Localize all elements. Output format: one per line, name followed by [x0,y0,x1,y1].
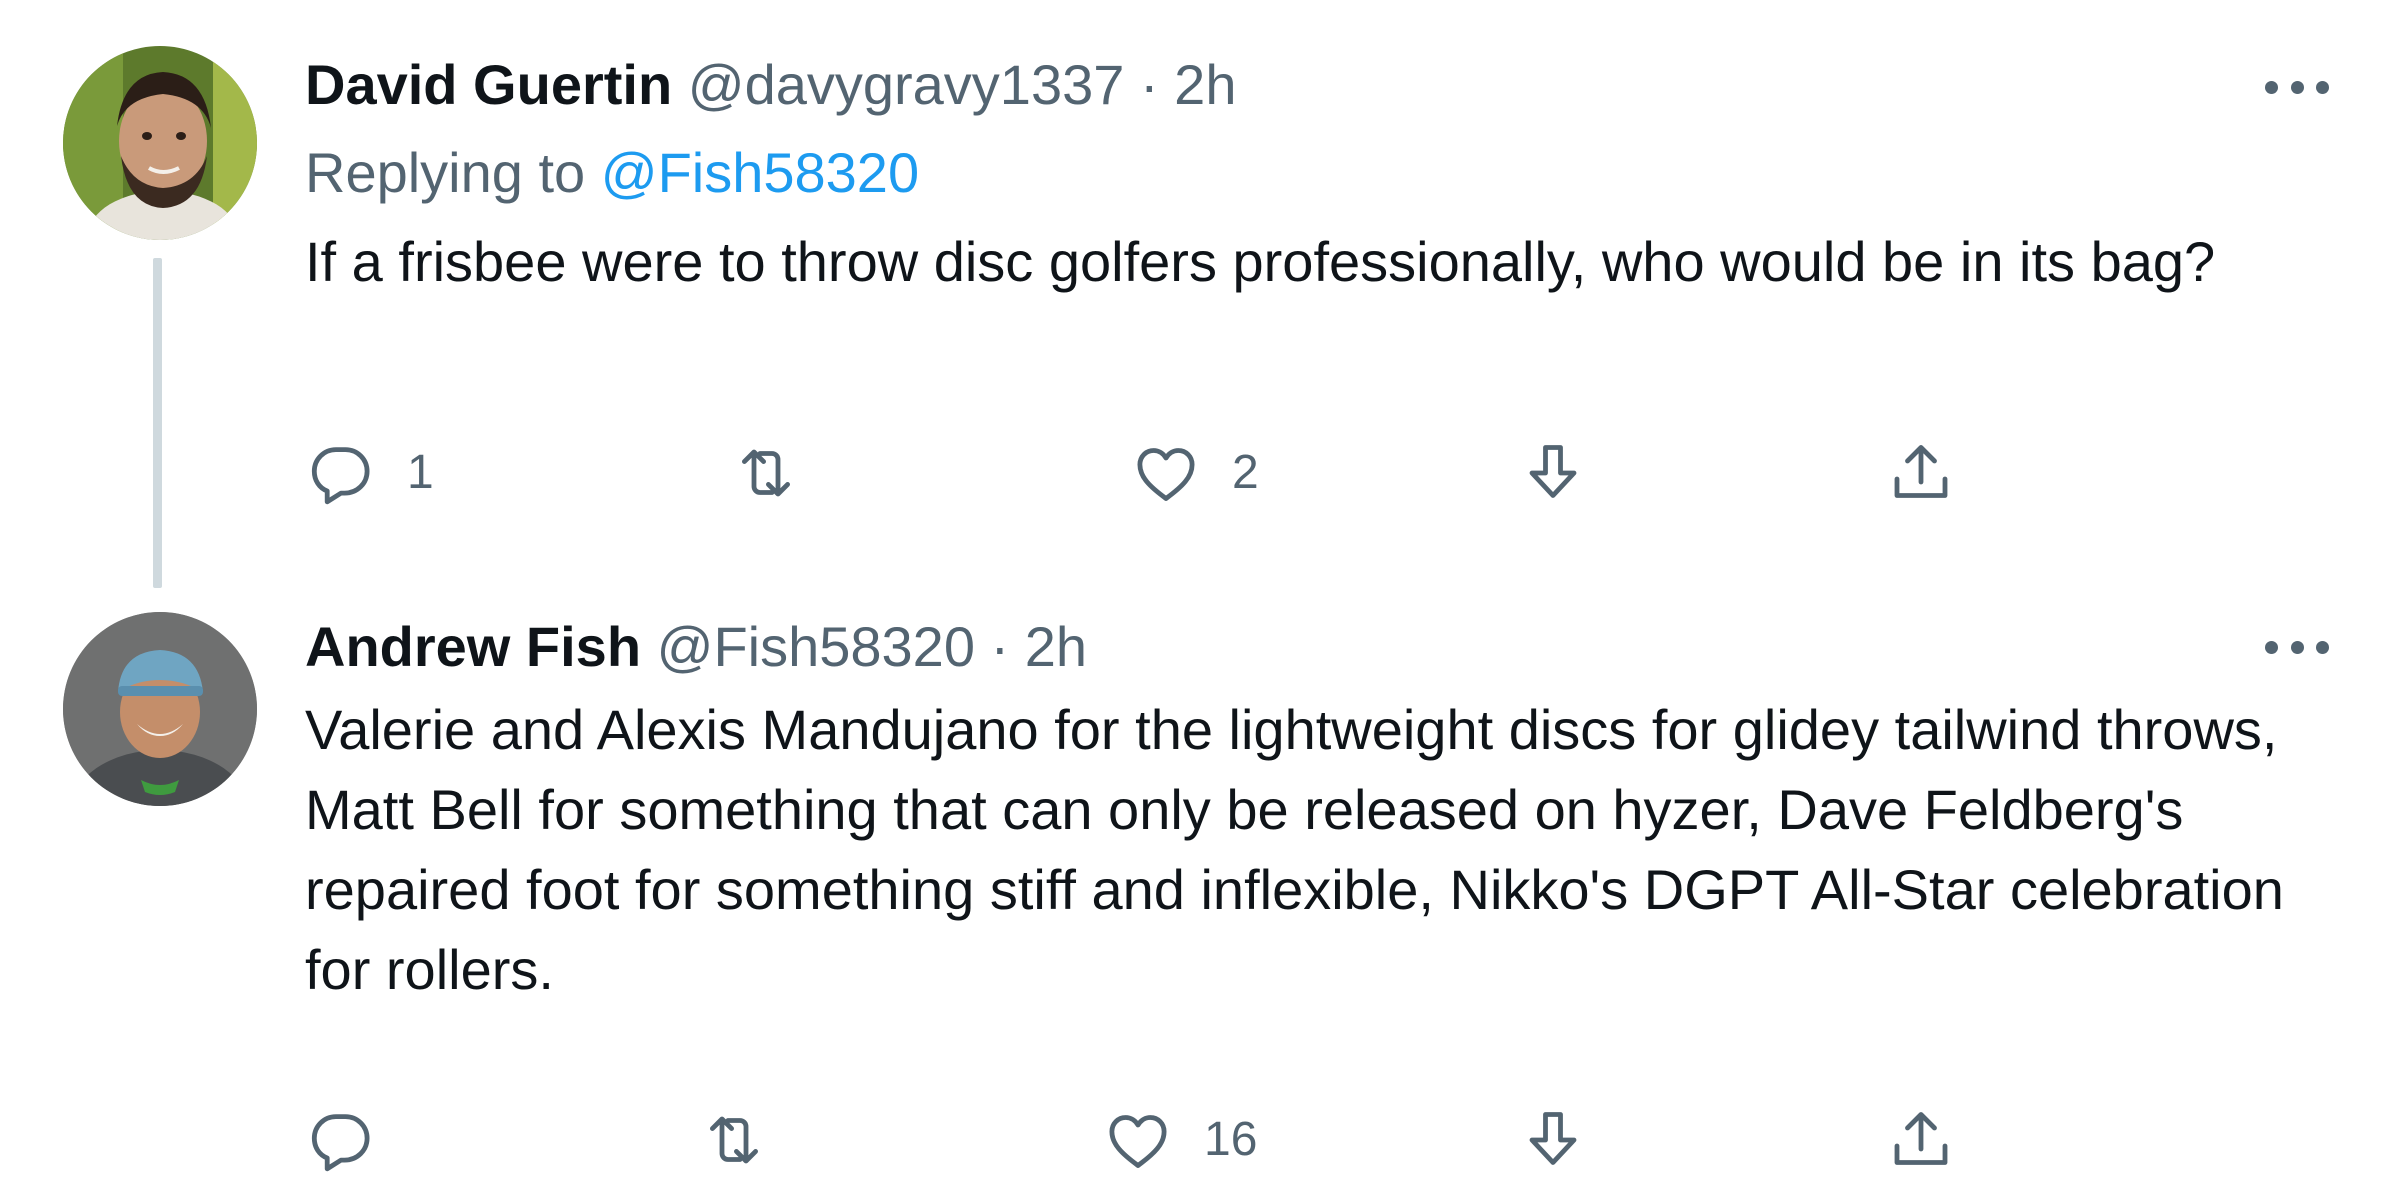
avatar-andrew-fish-image [63,612,257,806]
thread-connector-line [153,258,162,588]
more-options-icon[interactable] [2265,77,2329,97]
tweet-header: Andrew Fish @Fish58320 · 2h [305,614,1087,680]
retweet-icon [742,449,790,497]
heart-icon [1137,448,1195,501]
tweet-actions: 1 2 [305,433,2065,513]
separator-dot: · [990,615,1010,678]
timestamp[interactable]: 2h [1025,615,1087,678]
share-button[interactable] [1885,1100,1957,1180]
author-handle[interactable]: @Fish58320 [657,615,975,678]
timestamp[interactable]: 2h [1174,53,1236,116]
reply-button[interactable] [305,1100,407,1180]
bookmark-download-icon [1529,445,1577,498]
more-options-icon[interactable] [2265,637,2329,657]
tweet-andrew-fish[interactable]: Andrew Fish @Fish58320 · 2h Valerie and … [0,600,2389,1187]
author-handle[interactable]: @davygravy1337 [688,53,1125,116]
retweet-icon [710,1116,758,1164]
replying-prefix: Replying to [305,141,586,204]
separator-dot: · [1139,53,1159,116]
avatar[interactable] [63,46,257,240]
retweet-button[interactable] [730,433,832,513]
tweet-david-guertin[interactable]: David Guertin @davygravy1337 · 2h Replyi… [0,0,2389,600]
share-icon [1894,445,1948,498]
replying-mention-link[interactable]: @Fish58320 [601,141,919,204]
author-name[interactable]: David Guertin [305,53,672,116]
retweet-button[interactable] [698,1100,800,1180]
like-button[interactable]: 16 [1102,1100,1257,1180]
like-count: 16 [1204,1113,1258,1166]
reply-count: 1 [407,446,434,499]
author-name[interactable]: Andrew Fish [305,615,641,678]
like-button[interactable]: 2 [1130,433,1259,513]
bookmark-download-icon [1529,1112,1577,1165]
heart-icon [1109,1115,1167,1168]
replying-to-line: Replying to @Fish58320 [305,140,919,206]
reply-icon [311,1114,370,1172]
reply-button[interactable]: 1 [305,433,434,513]
tweet-text: If a frisbee were to throw disc golfers … [305,230,2216,293]
share-button[interactable] [1885,433,1957,513]
tweet-header: David Guertin @davygravy1337 · 2h [305,52,1236,118]
reply-icon [311,447,370,505]
like-count: 2 [1232,446,1259,499]
tweet-text: Valerie and Alexis Mandujano for the lig… [305,698,2284,1001]
avatar[interactable] [63,612,257,806]
tweet-actions: 16 [305,1100,2065,1180]
download-button[interactable] [1517,433,1589,513]
download-button[interactable] [1517,1100,1589,1180]
avatar-david-guertin-image [63,46,257,240]
share-icon [1894,1112,1948,1165]
